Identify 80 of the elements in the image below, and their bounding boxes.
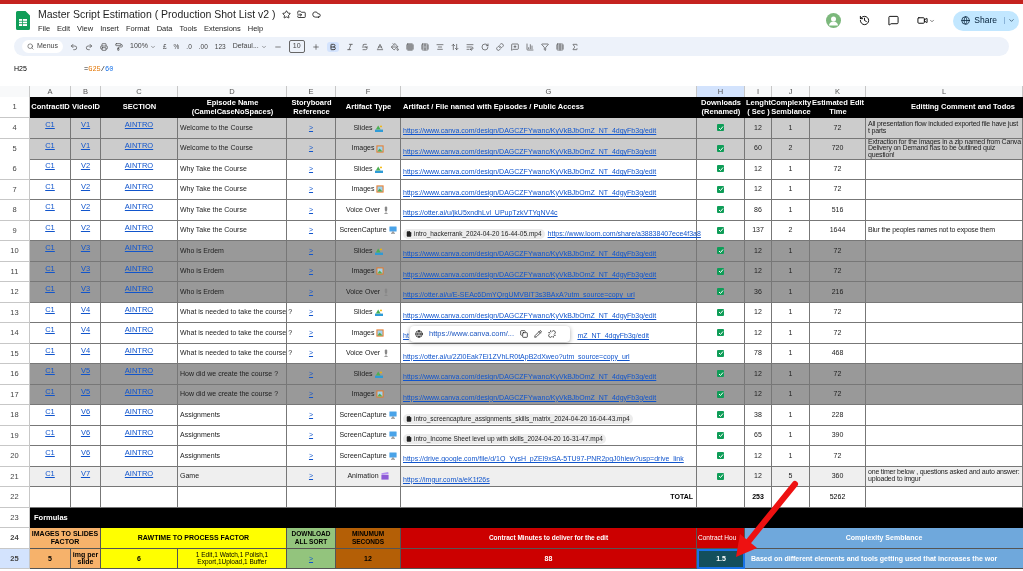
- download-checkbox[interactable]: [717, 145, 724, 153]
- download-checkbox[interactable]: [717, 370, 724, 378]
- add-comment-icon[interactable]: [510, 42, 519, 51]
- framed-picture-icon: [376, 185, 385, 194]
- download-checkbox[interactable]: [717, 308, 724, 316]
- wrap-icon[interactable]: [465, 42, 474, 51]
- microphone-icon: [382, 205, 391, 214]
- vertical-align-icon[interactable]: [450, 42, 459, 51]
- landscape-icon: [374, 246, 383, 255]
- merge-icon[interactable]: [420, 42, 429, 51]
- globe-icon[interactable]: [961, 16, 971, 25]
- monitor-icon: [388, 226, 397, 235]
- download-checkbox[interactable]: [717, 431, 724, 439]
- landscape-icon: [374, 308, 383, 317]
- link-icon[interactable]: [495, 42, 504, 51]
- download-checkbox[interactable]: [717, 247, 724, 255]
- video-icon[interactable]: [917, 15, 929, 26]
- pencil-icon[interactable]: [534, 330, 543, 338]
- undo-icon[interactable]: [70, 42, 78, 51]
- filter-icon[interactable]: [540, 42, 549, 51]
- landscape-icon: [374, 123, 383, 132]
- download-checkbox[interactable]: [717, 329, 724, 337]
- history-icon[interactable]: [859, 15, 871, 26]
- document-title[interactable]: Master Script Estimation ( Production Shot List v2 ): [38, 6, 276, 23]
- file-icon[interactable]: [406, 415, 412, 422]
- folder-icon[interactable]: [296, 9, 306, 19]
- avatar-icon[interactable]: [826, 13, 842, 28]
- landscape-icon: [374, 369, 383, 378]
- redo-icon[interactable]: [85, 42, 93, 51]
- monitor-icon: [388, 431, 397, 440]
- copy-icon[interactable]: [520, 330, 529, 338]
- bold-button[interactable]: [326, 41, 339, 52]
- align-icon[interactable]: [435, 42, 444, 51]
- landscape-icon: [374, 164, 383, 173]
- strikethrough-icon[interactable]: [360, 42, 369, 51]
- download-checkbox[interactable]: [717, 267, 724, 275]
- rotate-icon[interactable]: [480, 42, 489, 51]
- borders-icon[interactable]: [405, 42, 414, 51]
- cloud-icon[interactable]: [311, 9, 321, 19]
- table-icon[interactable]: [555, 42, 564, 51]
- framed-picture-icon: [376, 328, 385, 337]
- italic-icon[interactable]: [345, 42, 354, 51]
- framed-picture-icon: [376, 144, 385, 153]
- caret-icon[interactable]: [1008, 17, 1015, 24]
- download-checkbox[interactable]: [717, 206, 724, 214]
- unlink-icon[interactable]: [548, 330, 557, 338]
- file-icon[interactable]: [406, 230, 412, 237]
- microphone-icon: [382, 349, 391, 358]
- star-icon[interactable]: [281, 9, 291, 19]
- caret-icon: [260, 43, 267, 50]
- text-color-icon[interactable]: [375, 42, 384, 51]
- globe-icon[interactable]: [415, 330, 423, 338]
- download-checkbox[interactable]: [717, 349, 724, 357]
- download-checkbox[interactable]: [717, 411, 724, 419]
- search-icon[interactable]: [27, 43, 34, 50]
- download-checkbox[interactable]: [717, 165, 724, 173]
- file-icon[interactable]: [406, 436, 412, 442]
- download-checkbox[interactable]: [717, 185, 724, 193]
- increase-icon[interactable]: [311, 42, 320, 51]
- download-checkbox[interactable]: [717, 288, 724, 296]
- share-button[interactable]: Share: [953, 10, 1019, 31]
- monitor-icon: [388, 410, 397, 419]
- fill-color-icon[interactable]: [390, 42, 399, 51]
- monitor-icon: [388, 451, 397, 460]
- paint-roller-icon[interactable]: [115, 42, 123, 51]
- download-checkbox[interactable]: [717, 124, 724, 132]
- download-checkbox[interactable]: [717, 226, 724, 234]
- framed-picture-icon: [376, 267, 385, 276]
- print-icon[interactable]: [100, 42, 108, 51]
- download-checkbox[interactable]: [717, 390, 724, 398]
- spreadsheet-logo[interactable]: [16, 11, 30, 30]
- caret-icon[interactable]: [929, 17, 936, 24]
- framed-picture-icon: [376, 390, 385, 399]
- download-checkbox[interactable]: [717, 472, 724, 480]
- sigma-icon[interactable]: [570, 42, 579, 51]
- caret-icon: [149, 43, 156, 50]
- chart-icon[interactable]: [525, 42, 534, 51]
- comment-icon[interactable]: [888, 15, 900, 26]
- download-checkbox[interactable]: [717, 452, 724, 460]
- clapperboard-icon: [380, 472, 389, 481]
